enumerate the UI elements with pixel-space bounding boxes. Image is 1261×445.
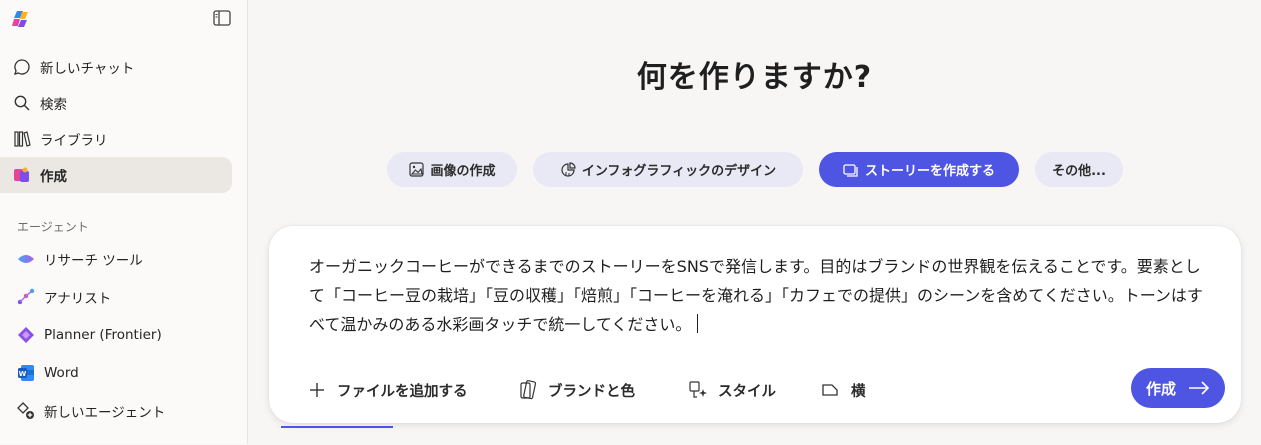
page-title: 何を作りますか? [636, 60, 873, 95]
image-icon [408, 162, 424, 178]
agent-planner[interactable]: Planner (Frontier) [0, 319, 232, 351]
tool-label: ブランドと色 [548, 383, 635, 400]
style-button[interactable]: スタイル [688, 376, 776, 404]
svg-text:W: W [19, 370, 27, 378]
chip-label: その他... [1052, 164, 1106, 179]
chip-label: ストーリーを作成する [864, 164, 995, 179]
researcher-icon [16, 249, 36, 269]
tool-label: スタイル [718, 383, 776, 400]
submit-create-button[interactable]: 作成 [1131, 368, 1225, 408]
brand-icon [518, 380, 538, 400]
chip-label: 画像の作成 [430, 164, 496, 179]
infographic-icon [560, 161, 576, 178]
library-icon [12, 129, 32, 149]
nav-search[interactable]: 検索 [0, 85, 232, 121]
chat-bubble-icon [12, 57, 32, 77]
agents-section-label: エージェント [17, 220, 89, 234]
agent-analyst[interactable]: アナリスト [0, 281, 232, 313]
search-icon [12, 93, 32, 113]
text-caret [697, 314, 699, 333]
sidebar: 新しいチャット 検索 ライブラリ 作成 エージェント リサーチ ツール アナリス… [0, 0, 248, 444]
agent-researcher[interactable]: リサーチ ツール [0, 243, 232, 275]
nav-label: ライブラリ [40, 133, 108, 149]
nav-label: 新しいチャット [40, 61, 135, 77]
agent-label: Planner (Frontier) [44, 327, 162, 343]
orientation-button[interactable]: 横 [821, 376, 866, 404]
nav-library[interactable]: ライブラリ [0, 121, 232, 157]
nav-label: 検索 [40, 97, 67, 113]
brand-color-button[interactable]: ブランドと色 [518, 376, 635, 404]
tool-label: ファイルを追加する [337, 383, 468, 400]
landscape-icon [821, 380, 841, 400]
collapse-sidebar-icon[interactable] [213, 10, 233, 28]
agent-new[interactable]: 新しいエージェント [0, 395, 232, 427]
chip-more[interactable]: その他... [1035, 152, 1123, 187]
new-agent-icon [16, 401, 36, 421]
chip-create-image[interactable]: 画像の作成 [387, 152, 517, 187]
agent-label: アナリスト [44, 291, 112, 307]
active-tab-indicator [281, 426, 393, 428]
agent-word[interactable]: W Word [0, 357, 232, 389]
submit-label: 作成 [1145, 379, 1176, 398]
arrow-right-icon [1188, 380, 1210, 396]
chip-create-story[interactable]: ストーリーを作成する [819, 152, 1019, 187]
nav-create[interactable]: 作成 [0, 157, 232, 193]
story-icon [843, 162, 859, 178]
add-file-button[interactable]: ファイルを追加する [307, 376, 468, 404]
agent-label: Word [44, 365, 79, 381]
prompt-text-content: オーガニックコーヒーができるまでのストーリーをSNSで発信します。目的はブランド… [309, 257, 1203, 334]
agent-label: 新しいエージェント [44, 405, 166, 421]
word-icon: W [16, 363, 36, 383]
prompt-input[interactable]: オーガニックコーヒーができるまでのストーリーをSNSで発信します。目的はブランド… [309, 252, 1209, 339]
prompt-composer[interactable]: オーガニックコーヒーができるまでのストーリーをSNSで発信します。目的はブランド… [269, 226, 1241, 423]
planner-icon [16, 325, 36, 345]
analyst-icon [16, 287, 36, 307]
nav-new-chat[interactable]: 新しいチャット [0, 49, 232, 85]
nav-label: 作成 [40, 169, 67, 185]
create-icon [12, 165, 32, 185]
style-icon [688, 380, 708, 400]
copilot-logo-icon[interactable] [11, 9, 31, 29]
plus-icon [307, 380, 327, 400]
chip-label: インフォグラフィックのデザイン [581, 164, 777, 179]
tool-label: 横 [851, 383, 866, 400]
chip-infographic[interactable]: インフォグラフィックのデザイン [533, 152, 803, 187]
agent-label: リサーチ ツール [44, 253, 143, 269]
